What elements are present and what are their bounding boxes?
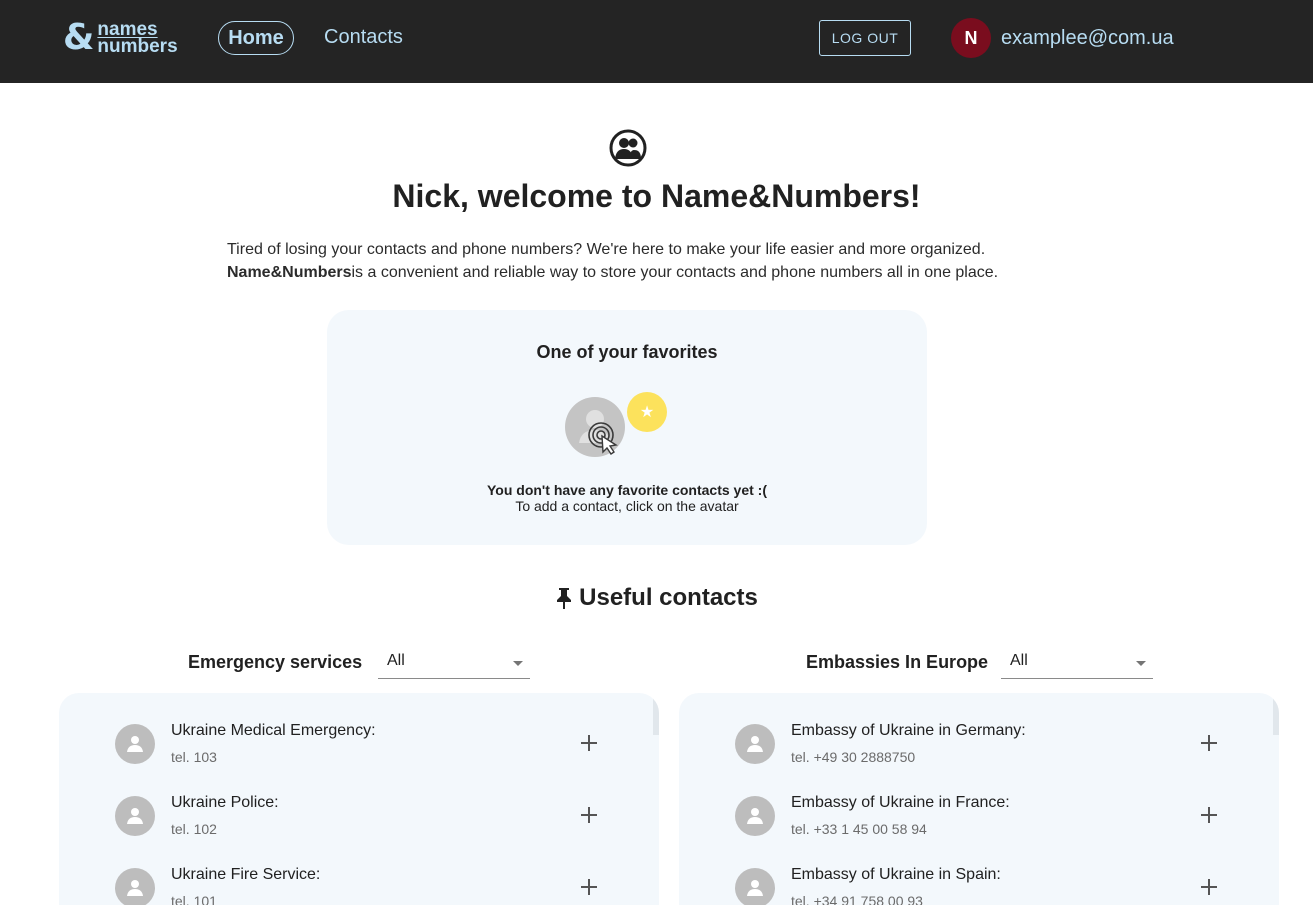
- emergency-filter-value: All: [387, 652, 405, 669]
- embassies-filter-select[interactable]: All: [1001, 647, 1153, 679]
- intro-line-2: Name&Numbersis a convenient and reliable…: [227, 261, 1087, 284]
- emergency-services-label: Emergency services: [188, 652, 363, 672]
- list-item: Ukraine Police: tel. 102: [59, 765, 659, 837]
- contact-phone: tel. +33 1 45 00 58 94: [791, 821, 927, 837]
- intro-line-1: Tired of losing your contacts and phone …: [227, 241, 986, 258]
- embassies-label: Embassies In Europe: [806, 652, 989, 672]
- nav-contacts-link[interactable]: Contacts: [324, 26, 403, 49]
- person-icon: [115, 724, 155, 764]
- useful-contacts-title: Useful contacts: [579, 584, 758, 611]
- user-avatar: N: [951, 18, 991, 58]
- contact-name: Ukraine Police:: [171, 794, 279, 811]
- list-item: Embassy of Ukraine in Germany: tel. +49 …: [679, 693, 1279, 765]
- list-item: Embassy of Ukraine in France: tel. +33 1…: [679, 765, 1279, 837]
- logo-line-numbers: numbers: [97, 36, 178, 57]
- intro-brand: Name&Numbers: [227, 264, 352, 281]
- add-contact-plus-icon[interactable]: [1197, 731, 1221, 755]
- welcome-title: Nick, welcome to Name&Numbers!: [392, 178, 921, 214]
- person-icon: [115, 868, 155, 905]
- contact-name: Embassy of Ukraine in Germany:: [791, 722, 1026, 739]
- useful-contacts-heading: Useful contacts: [0, 584, 1313, 612]
- favorites-empty-text: You don't have any favorite contacts yet…: [486, 482, 767, 498]
- person-icon: [115, 796, 155, 836]
- contact-name: Embassy of Ukraine in France:: [791, 794, 1010, 811]
- list-item: Embassy of Ukraine in Spain: tel. +34 91…: [679, 837, 1279, 905]
- contact-name: Ukraine Medical Emergency:: [171, 722, 376, 739]
- favorites-title: One of your favorites: [536, 342, 718, 362]
- person-icon: [735, 868, 775, 905]
- favorite-avatar-placeholder[interactable]: [565, 397, 625, 457]
- dropdown-caret-icon: [1136, 661, 1146, 666]
- add-contact-plus-icon[interactable]: [577, 803, 601, 827]
- pin-icon: [557, 588, 572, 609]
- person-icon: [579, 410, 618, 455]
- user-email: examplee@com.ua: [1001, 27, 1174, 49]
- person-icon: [735, 796, 775, 836]
- embassies-filter-value: All: [1010, 652, 1028, 669]
- add-contact-plus-icon[interactable]: [577, 875, 601, 899]
- contact-phone: tel. 103: [171, 749, 217, 765]
- favorites-card: One of your favorites ★ You don't have a…: [327, 310, 927, 545]
- contacts-people-icon: [609, 129, 647, 167]
- logo-text: names numbers: [97, 20, 178, 57]
- contact-phone: tel. 101: [171, 893, 217, 905]
- dropdown-caret-icon: [513, 661, 523, 666]
- contact-phone: tel. +49 30 2888750: [791, 749, 916, 765]
- embassies-contacts-list[interactable]: Embassy of Ukraine in Germany: tel. +49 …: [679, 693, 1279, 905]
- list-item: Ukraine Medical Emergency: tel. 103: [59, 693, 659, 765]
- list-item: Ukraine Fire Service: tel. 101: [59, 837, 659, 905]
- intro-line-2-text: is a convenient and reliable way to stor…: [351, 264, 999, 281]
- add-contact-plus-icon[interactable]: [1197, 875, 1221, 899]
- contact-phone: tel. 102: [171, 821, 217, 837]
- emergency-contacts-list[interactable]: Ukraine Medical Emergency: tel. 103 Ukra…: [59, 693, 659, 905]
- add-contact-plus-icon[interactable]: [577, 731, 601, 755]
- logo-link[interactable]: & names numbers: [63, 17, 178, 58]
- contact-name: Ukraine Fire Service:: [171, 866, 321, 883]
- contact-name: Embassy of Ukraine in Spain:: [791, 866, 1001, 883]
- nav-home-link[interactable]: Home: [218, 21, 294, 55]
- person-icon: [735, 724, 775, 764]
- logo-ampersand: &: [63, 17, 95, 58]
- add-contact-plus-icon[interactable]: [1197, 803, 1221, 827]
- contact-phone: tel. +34 91 758 00 93: [791, 893, 923, 905]
- top-app-bar: & names numbers Home Contacts LOG OUT N …: [0, 0, 1313, 83]
- intro-text: Tired of losing your contacts and phone …: [227, 238, 1087, 284]
- favorites-hint-text: To add a contact, click on the avatar: [515, 498, 739, 514]
- emergency-filter-select[interactable]: All: [378, 647, 530, 679]
- star-icon: ★: [627, 392, 667, 432]
- logout-button[interactable]: LOG OUT: [819, 20, 911, 56]
